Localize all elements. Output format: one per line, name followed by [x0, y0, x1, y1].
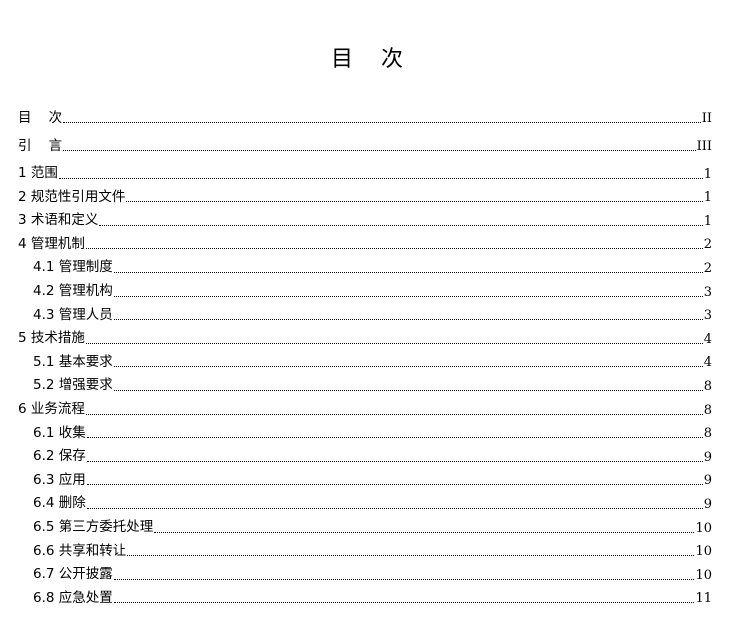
toc-dot-leader [113, 271, 703, 273]
toc-dot-leader [127, 555, 695, 557]
toc-row[interactable]: 3 术语和定义 1 [18, 205, 712, 229]
toc-dot-leader [99, 224, 703, 226]
toc-dot-leader [113, 319, 703, 321]
table-of-contents: 目 次 II 引 言 III 1 范围 1 2 规范性引用文件 1 3 术语和定义 1 4 … [18, 98, 712, 606]
toc-row[interactable]: 6.6 共享和转让 10 [18, 536, 712, 560]
toc-row[interactable]: 4.2 管理机构 3 [18, 276, 712, 300]
toc-dot-leader [85, 413, 703, 415]
toc-dot-leader [86, 484, 703, 486]
toc-entry-label: 6.7 公开披露 [33, 566, 113, 583]
toc-entries: 1 范围 1 2 规范性引用文件 1 3 术语和定义 1 4 管理机制 2 4.1 管理制度 2 4… [18, 158, 712, 606]
toc-entry-label: 5.2 增强要求 [33, 377, 113, 394]
toc-entry-label: 4.3 管理人员 [33, 306, 113, 323]
toc-entry-label: 5.1 基本要求 [33, 353, 113, 370]
toc-entry-label: 6.8 应急处置 [33, 589, 113, 606]
toc-entry-label: 2 规范性引用文件 [18, 188, 126, 205]
toc-dot-leader [126, 201, 703, 203]
toc-front-row[interactable]: 目 次 II [18, 98, 712, 126]
toc-page-number: 11 [695, 591, 712, 607]
toc-row[interactable]: 2 规范性引用文件 1 [18, 182, 712, 206]
toc-dot-leader [86, 437, 703, 439]
toc-page-number: 10 [695, 520, 712, 536]
toc-page-number: 4 [703, 355, 712, 371]
toc-dot-leader [86, 460, 703, 462]
toc-dot-leader [113, 389, 703, 391]
toc-dot-leader [113, 602, 695, 604]
toc-page-number: 2 [703, 237, 712, 253]
toc-row[interactable]: 4 管理机制 2 [18, 229, 712, 253]
toc-page-number: 2 [703, 260, 712, 276]
toc-dot-leader [85, 248, 703, 250]
toc-page-number: 10 [695, 544, 712, 560]
toc-entry-label: 4.2 管理机构 [33, 283, 113, 300]
toc-dot-leader [85, 342, 703, 344]
toc-page-number: III [696, 139, 712, 154]
toc-page-number: 8 [703, 402, 712, 418]
toc-row[interactable]: 6.2 保存 9 [18, 441, 712, 465]
toc-row[interactable]: 6.7 公开披露 10 [18, 559, 712, 583]
toc-entry-label: 3 术语和定义 [18, 212, 99, 229]
toc-row[interactable]: 5.2 增强要求 8 [18, 370, 712, 394]
toc-entry-label: 4 管理机制 [18, 235, 85, 252]
toc-page-number: 8 [703, 426, 712, 442]
toc-entry-label: 5 技术措施 [18, 330, 85, 347]
toc-page-number: 9 [703, 473, 712, 489]
toc-entry-label: 6.4 删除 [33, 495, 86, 512]
toc-row[interactable]: 6.3 应用 9 [18, 465, 712, 489]
toc-dot-leader [154, 531, 695, 533]
toc-entry-label: 6.3 应用 [33, 471, 86, 488]
toc-row[interactable]: 6.1 收集 8 [18, 418, 712, 442]
toc-row[interactable]: 6 业务流程 8 [18, 394, 712, 418]
toc-page-number: 1 [703, 190, 712, 206]
toc-page-number: 9 [703, 449, 712, 465]
toc-row[interactable]: 5 技术措施 4 [18, 323, 712, 347]
toc-dot-leader [86, 507, 703, 509]
toc-dot-leader [113, 578, 695, 580]
toc-page-number: 9 [703, 496, 712, 512]
toc-page-number: 3 [703, 284, 712, 300]
toc-dot-leader [63, 122, 701, 123]
toc-row[interactable]: 5.1 基本要求 4 [18, 347, 712, 371]
toc-row[interactable]: 6.4 删除 9 [18, 488, 712, 512]
toc-page-number: 8 [703, 378, 712, 394]
toc-dot-leader [113, 295, 703, 297]
toc-row[interactable]: 1 范围 1 [18, 158, 712, 182]
toc-entry-label: 6 业务流程 [18, 401, 85, 418]
toc-entry-label: 6.6 共享和转让 [33, 542, 127, 559]
toc-entry-label: 1 范围 [18, 165, 58, 182]
page-title: 目 次 [331, 46, 403, 72]
toc-row[interactable]: 4.1 管理制度 2 [18, 252, 712, 276]
toc-front-row[interactable]: 引 言 III [18, 126, 712, 154]
toc-entry-label: 4.1 管理制度 [33, 259, 113, 276]
toc-dot-leader [113, 366, 703, 368]
toc-page-number: II [701, 111, 712, 126]
toc-page-number: 1 [703, 213, 712, 229]
toc-dot-leader [58, 177, 703, 179]
toc-row[interactable]: 4.3 管理人员 3 [18, 300, 712, 324]
toc-row[interactable]: 6.5 第三方委托处理 10 [18, 512, 712, 536]
toc-entry-label: 6.2 保存 [33, 448, 86, 465]
toc-page-number: 3 [703, 308, 712, 324]
toc-page-number: 10 [695, 567, 712, 583]
toc-row[interactable]: 6.8 应急处置 11 [18, 583, 712, 607]
toc-page-number: 4 [703, 331, 712, 347]
toc-entry-label: 6.1 收集 [33, 424, 86, 441]
toc-page-number: 1 [703, 166, 712, 182]
toc-dot-leader [63, 150, 696, 151]
toc-entry-label: 引 言 [18, 137, 63, 154]
toc-entry-label: 目 次 [18, 109, 63, 126]
toc-entry-label: 6.5 第三方委托处理 [33, 519, 154, 535]
